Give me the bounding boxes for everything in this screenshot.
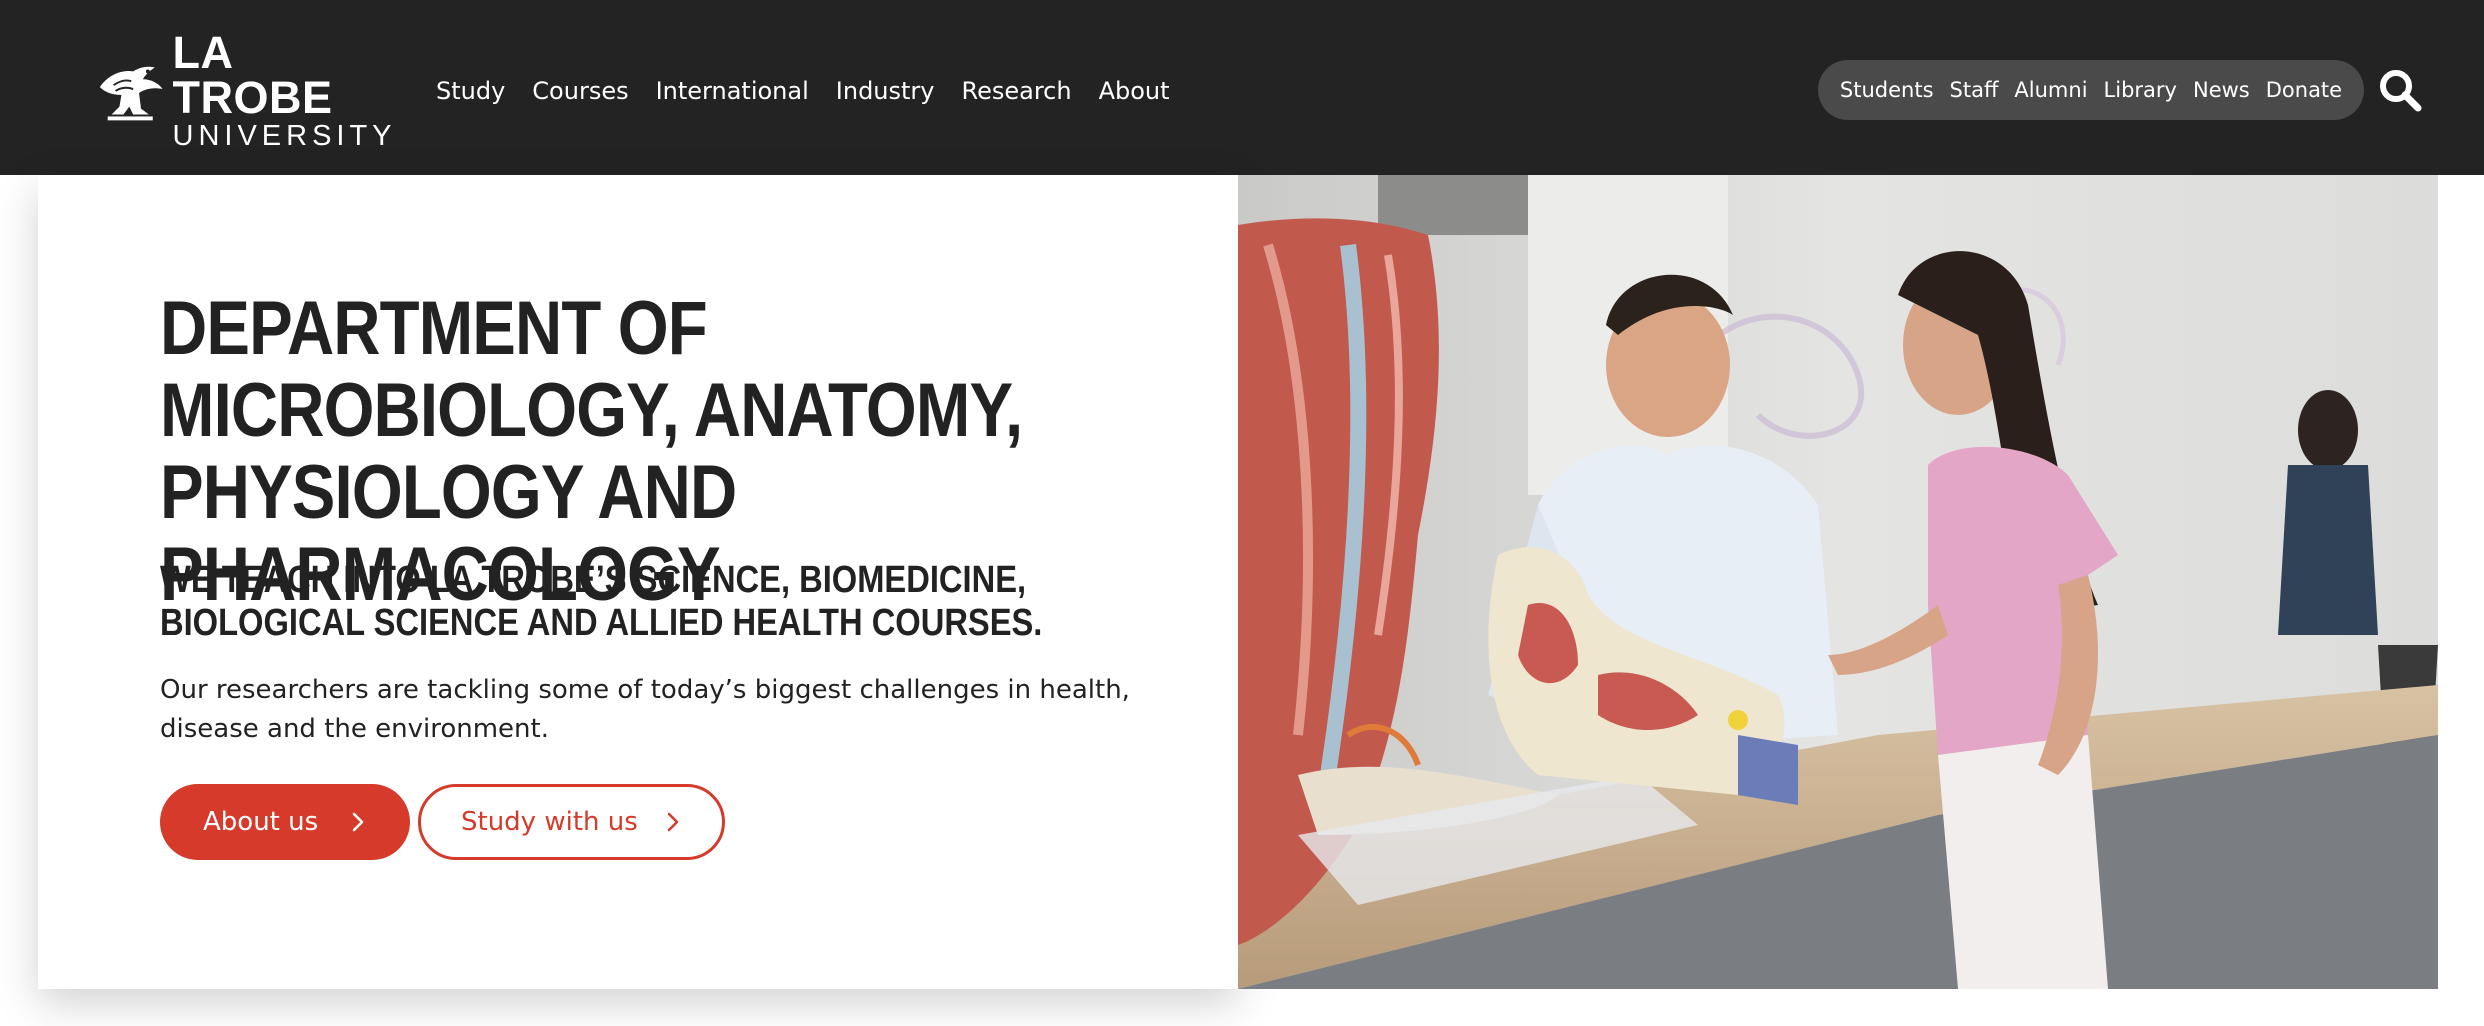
util-donate[interactable]: Donate (2266, 78, 2342, 102)
la-trobe-logo[interactable]: LA TROBE UNIVERSITY (94, 30, 400, 150)
hero-subheading: WE TEACH INTO LA TROBE’S SCIENCE, BIOMED… (160, 559, 1043, 644)
nav-study[interactable]: Study (436, 77, 505, 105)
about-us-button[interactable]: About us (160, 784, 410, 860)
search-icon (2380, 70, 2422, 112)
hero-card: DEPARTMENT OF MICROBIOLOGY, ANATOMY, PHY… (38, 175, 1238, 989)
chevron-right-icon (352, 812, 364, 832)
site-header: LA TROBE UNIVERSITY Study Courses Intern… (0, 0, 2484, 175)
main-nav: Study Courses International Industry Res… (436, 72, 1197, 110)
study-with-us-label: Study with us (461, 807, 638, 837)
search-button[interactable] (2376, 66, 2424, 114)
util-students[interactable]: Students (1840, 78, 1934, 102)
nav-courses[interactable]: Courses (532, 77, 628, 105)
nav-international[interactable]: International (656, 77, 809, 105)
hero-photo-illustration (1238, 175, 2438, 989)
study-with-us-button[interactable]: Study with us (418, 784, 725, 860)
about-us-label: About us (203, 807, 319, 837)
utility-nav: Students Staff Alumni Library News Donat… (1818, 60, 2364, 120)
chevron-right-icon (667, 812, 679, 832)
util-staff[interactable]: Staff (1950, 78, 1999, 102)
logo-line-2: UNIVERSITY (172, 119, 397, 152)
nav-industry[interactable]: Industry (836, 77, 935, 105)
nav-research[interactable]: Research (962, 77, 1072, 105)
hero-description: Our researchers are tackling some of tod… (160, 675, 1130, 744)
logo-wordmark: LA TROBE UNIVERSITY (173, 30, 401, 151)
util-library[interactable]: Library (2104, 78, 2177, 102)
logo-line-1: LA TROBE (172, 26, 333, 123)
util-alumni[interactable]: Alumni (2014, 78, 2087, 102)
util-news[interactable]: News (2193, 78, 2250, 102)
eagle-crest-icon (99, 66, 163, 121)
nav-about[interactable]: About (1099, 77, 1170, 105)
hero-photo-students-anatomy-lab (1238, 175, 2438, 989)
